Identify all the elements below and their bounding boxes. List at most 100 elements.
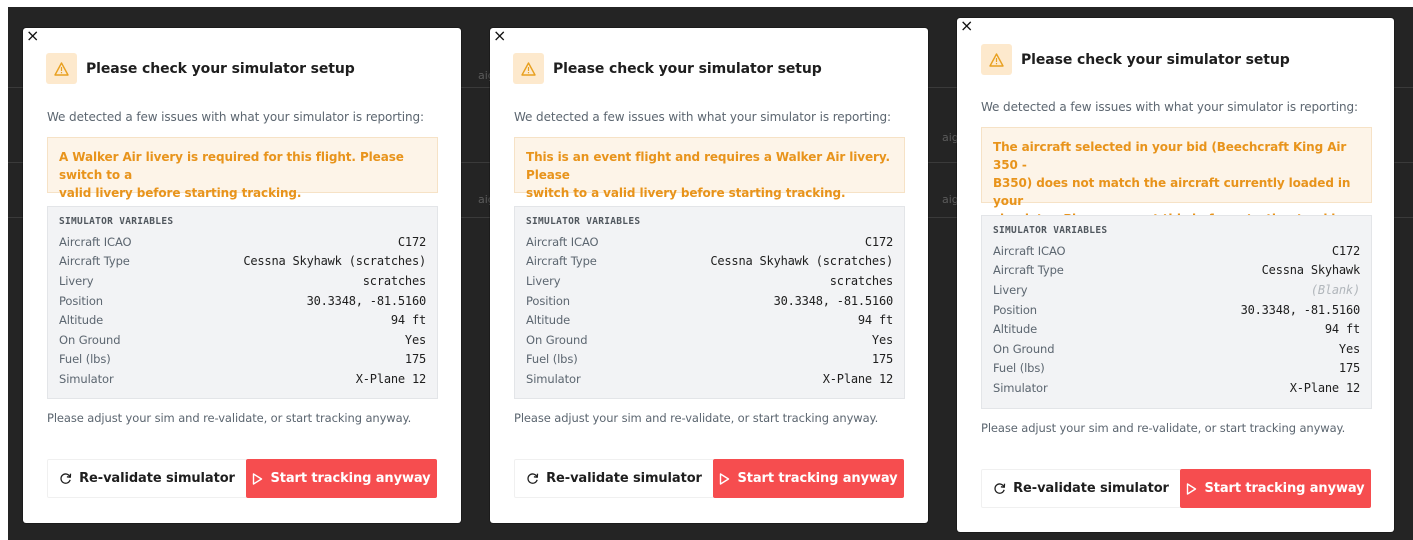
variable-value: 30.3348, -81.5160 bbox=[306, 293, 427, 308]
variable-value: 175 bbox=[1338, 361, 1360, 376]
alert-line: B350) does not match the aircraft curren… bbox=[993, 176, 1351, 208]
variable-label: Fuel (lbs) bbox=[526, 352, 578, 367]
variable-label: Aircraft Type bbox=[526, 254, 597, 269]
variable-row-on-ground: On Ground Yes bbox=[993, 339, 1360, 359]
variable-value: scratches bbox=[829, 273, 893, 288]
variable-row-on-ground: On Ground Yes bbox=[59, 330, 426, 350]
revalidate-button[interactable]: Re-validate simulator bbox=[47, 459, 247, 498]
variables-title: SIMULATOR VARIABLES bbox=[59, 216, 174, 227]
close-icon[interactable]: × bbox=[493, 28, 506, 44]
variable-value: C172 bbox=[1331, 243, 1360, 258]
variable-row-aircraft-type: Aircraft Type Cessna Skyhawk bbox=[993, 261, 1360, 281]
start-tracking-label: Start tracking anyway bbox=[270, 471, 431, 486]
start-tracking-label: Start tracking anyway bbox=[737, 471, 898, 486]
variable-label: Aircraft ICAO bbox=[993, 243, 1066, 258]
dialog-intro: We detected a few issues with what your … bbox=[981, 100, 1358, 114]
variable-label: On Ground bbox=[59, 332, 121, 347]
warning-triangle-icon bbox=[981, 44, 1012, 75]
variable-label: Position bbox=[59, 293, 103, 308]
dialog-header: Please check your simulator setup bbox=[513, 53, 822, 84]
warning-triangle-icon bbox=[513, 53, 544, 84]
revalidate-label: Re-validate simulator bbox=[1013, 481, 1169, 496]
dialog-title: Please check your simulator setup bbox=[553, 60, 822, 77]
variable-row-on-ground: On Ground Yes bbox=[526, 330, 893, 350]
alert-line: A Walker Air livery is required for this… bbox=[59, 150, 404, 182]
variable-label: Aircraft Type bbox=[993, 263, 1064, 278]
variable-label: Aircraft ICAO bbox=[526, 234, 599, 249]
variable-row-altitude: Altitude 94 ft bbox=[59, 310, 426, 330]
simulator-check-dialog: × Please check your simulator setup We d… bbox=[23, 28, 461, 523]
variable-row-simulator: Simulator X-Plane 12 bbox=[526, 369, 893, 389]
alert-line: This is an event flight and requires a W… bbox=[526, 150, 890, 182]
alert-line: switch to a valid livery before starting… bbox=[526, 186, 846, 200]
close-icon[interactable]: × bbox=[960, 18, 973, 34]
variable-label: Fuel (lbs) bbox=[993, 361, 1045, 376]
variable-row-fuel: Fuel (lbs) 175 bbox=[993, 359, 1360, 379]
variable-label: Livery bbox=[59, 273, 94, 288]
simulator-variables-panel: SIMULATOR VARIABLES Aircraft ICAO C172 Ai… bbox=[981, 215, 1372, 409]
play-icon bbox=[252, 472, 263, 485]
variable-row-altitude: Altitude 94 ft bbox=[526, 310, 893, 330]
simulator-check-dialog: × Please check your simulator setup We d… bbox=[490, 28, 928, 523]
start-tracking-button[interactable]: Start tracking anyway bbox=[1180, 469, 1371, 508]
variable-row-simulator: Simulator X-Plane 12 bbox=[993, 378, 1360, 398]
variables-title: SIMULATOR VARIABLES bbox=[993, 225, 1108, 236]
variable-label: Altitude bbox=[59, 313, 104, 328]
variable-value: C172 bbox=[864, 234, 893, 249]
dialog-header: Please check your simulator setup bbox=[46, 53, 355, 84]
alert-line: valid livery before starting tracking. bbox=[59, 186, 302, 200]
variable-label: Simulator bbox=[59, 371, 114, 386]
revalidate-button[interactable]: Re-validate simulator bbox=[981, 469, 1181, 508]
variable-row-aircraft-type: Aircraft Type Cessna Skyhawk (scratches) bbox=[526, 252, 893, 272]
variable-label: Aircraft ICAO bbox=[59, 234, 132, 249]
start-tracking-button[interactable]: Start tracking anyway bbox=[713, 459, 904, 498]
variable-value: 30.3348, -81.5160 bbox=[1240, 302, 1361, 317]
variable-row-fuel: Fuel (lbs) 175 bbox=[59, 350, 426, 370]
variable-row-aircraft-type: Aircraft Type Cessna Skyhawk (scratches) bbox=[59, 252, 426, 272]
revalidate-button[interactable]: Re-validate simulator bbox=[514, 459, 714, 498]
close-icon[interactable]: × bbox=[26, 28, 39, 44]
dialog-intro: We detected a few issues with what your … bbox=[47, 110, 424, 124]
variable-label: Altitude bbox=[993, 322, 1038, 337]
revalidate-label: Re-validate simulator bbox=[79, 471, 235, 486]
variable-value: Cessna Skyhawk (scratches) bbox=[243, 254, 426, 269]
play-icon bbox=[719, 472, 730, 485]
variable-row-simulator: Simulator X-Plane 12 bbox=[59, 369, 426, 389]
variable-row-position: Position 30.3348, -81.5160 bbox=[59, 291, 426, 311]
variable-value: X-Plane 12 bbox=[822, 371, 893, 386]
variable-label: Livery bbox=[526, 273, 561, 288]
variable-value: scratches bbox=[362, 273, 426, 288]
variable-value: 175 bbox=[871, 352, 893, 367]
variable-label: Aircraft Type bbox=[59, 254, 130, 269]
variable-value: Cessna Skyhawk bbox=[1261, 263, 1361, 278]
play-icon bbox=[1186, 482, 1197, 495]
variable-value: X-Plane 12 bbox=[355, 371, 426, 386]
simulator-check-dialog: × Please check your simulator setup We d… bbox=[957, 18, 1394, 532]
variable-label: Fuel (lbs) bbox=[59, 352, 111, 367]
warning-alert: A Walker Air livery is required for this… bbox=[47, 137, 438, 200]
variable-row-altitude: Altitude 94 ft bbox=[993, 319, 1360, 339]
variable-value: 94 ft bbox=[1324, 322, 1360, 337]
variable-row-position: Position 30.3348, -81.5160 bbox=[526, 291, 893, 311]
variable-label: Livery bbox=[993, 282, 1028, 297]
variable-row-livery: Livery (Blank) bbox=[993, 280, 1360, 300]
footer-note: Please adjust your sim and re-validate, … bbox=[47, 411, 412, 425]
refresh-icon bbox=[993, 482, 1006, 495]
alert-line: The aircraft selected in your bid (Beech… bbox=[993, 140, 1347, 172]
variable-value: 94 ft bbox=[390, 313, 426, 328]
variable-value-blank: (Blank) bbox=[1310, 282, 1360, 297]
variable-row-fuel: Fuel (lbs) 175 bbox=[526, 350, 893, 370]
variable-value: Cessna Skyhawk (scratches) bbox=[710, 254, 893, 269]
refresh-icon bbox=[526, 472, 539, 485]
variable-label: On Ground bbox=[993, 341, 1055, 356]
start-tracking-button[interactable]: Start tracking anyway bbox=[246, 459, 437, 498]
variable-value: 94 ft bbox=[857, 313, 893, 328]
dialog-intro: We detected a few issues with what your … bbox=[514, 110, 891, 124]
dialog-title: Please check your simulator setup bbox=[1021, 51, 1290, 68]
dialog-title: Please check your simulator setup bbox=[86, 60, 355, 77]
variable-value: Yes bbox=[404, 332, 426, 347]
variable-value: C172 bbox=[397, 234, 426, 249]
refresh-icon bbox=[59, 472, 72, 485]
variable-label: Simulator bbox=[526, 371, 581, 386]
variable-row-livery: Livery scratches bbox=[526, 271, 893, 291]
